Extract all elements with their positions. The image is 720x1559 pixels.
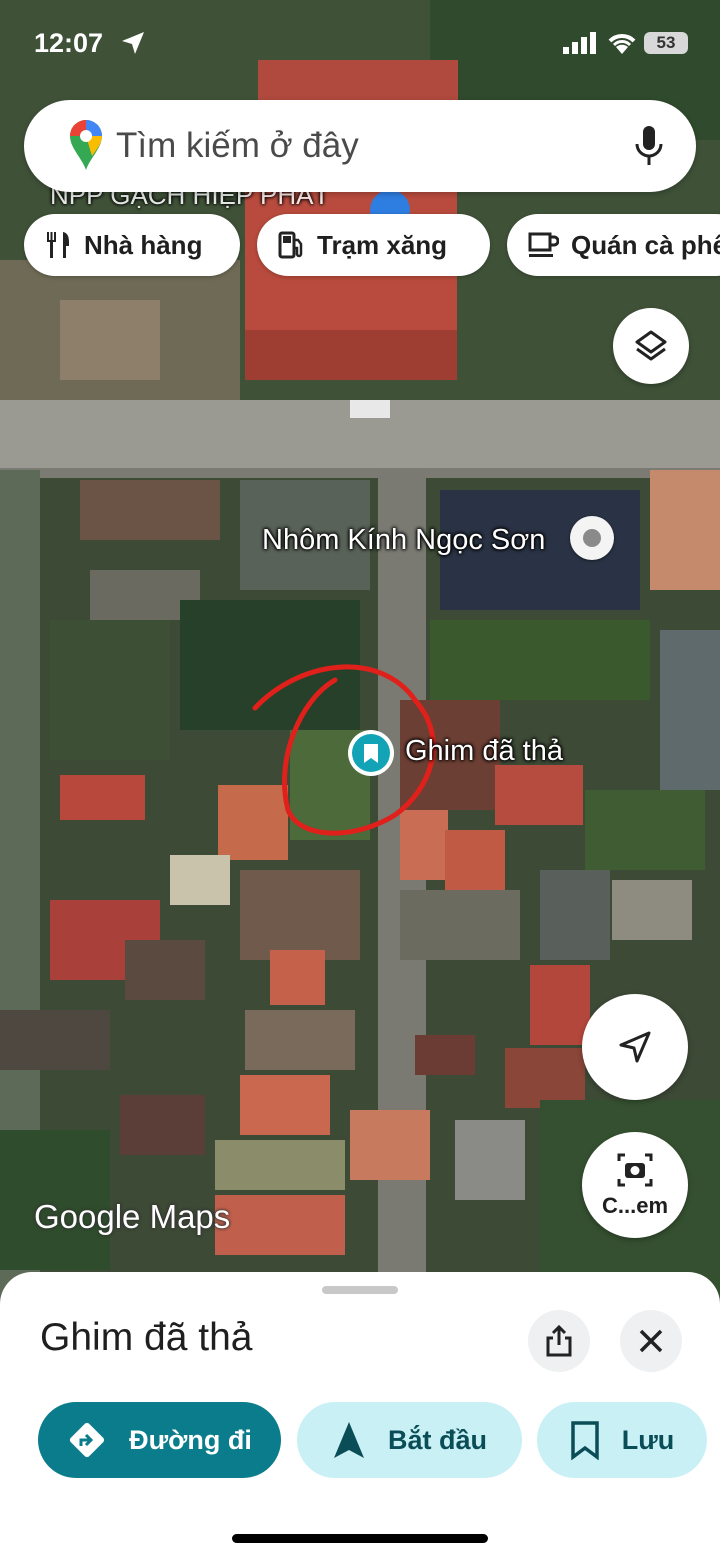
clock: 12:07	[34, 28, 104, 58]
navigation-arrow-icon	[619, 1031, 651, 1063]
start-label: Bắt đầu	[387, 1424, 487, 1455]
save-button[interactable]: Lưu	[537, 1402, 707, 1478]
home-indicator	[232, 1534, 488, 1543]
wifi-icon	[608, 34, 636, 54]
status-bar: 12:07 53	[0, 0, 720, 90]
search-bar[interactable]: Tìm kiếm ở đây	[24, 100, 696, 192]
battery-indicator: 53	[644, 32, 688, 54]
directions-icon	[67, 1420, 107, 1460]
category-chips: Nhà hàng Trạm xăng Quán cà phê	[0, 214, 720, 278]
drag-handle[interactable]	[322, 1286, 398, 1294]
share-icon	[546, 1324, 572, 1357]
directions-button[interactable]: Đường đi	[38, 1402, 281, 1478]
chip-gas-station[interactable]: Trạm xăng	[257, 214, 490, 276]
chip-label: Quán cà phê	[571, 229, 720, 260]
chip-label: Nhà hàng	[84, 229, 203, 260]
dropped-pin-label[interactable]: Ghim đã thả	[405, 735, 563, 768]
layers-button[interactable]	[613, 308, 689, 384]
dropped-pin-icon[interactable]	[348, 730, 394, 776]
bookmark-icon	[570, 1420, 600, 1460]
coffee-icon	[527, 230, 559, 260]
chip-coffee[interactable]: Quán cà phê	[507, 214, 720, 276]
signal-icon	[563, 32, 596, 54]
close-icon	[639, 1329, 663, 1353]
google-maps-pin-icon	[70, 120, 102, 170]
place-label[interactable]: Nhôm Kính Ngọc Sơn	[262, 524, 545, 557]
camera-icon	[617, 1153, 653, 1187]
navigation-start-icon	[332, 1420, 366, 1460]
share-button[interactable]	[528, 1310, 590, 1372]
search-placeholder[interactable]: Tìm kiếm ở đây	[116, 126, 359, 166]
sheet-title: Ghim đã thả	[40, 1316, 253, 1359]
bottom-sheet: Ghim đã thả Đường đi Bắt đầu Lưu	[0, 1272, 720, 1559]
save-label: Lưu	[621, 1424, 675, 1455]
chip-restaurant[interactable]: Nhà hàng	[24, 214, 240, 276]
satellite-map[interactable]: NPP GẠCH HIỆP PHÁT Nhôm Kính Ngọc Sơn Gh…	[0, 0, 720, 1300]
layers-icon	[635, 330, 667, 361]
my-location-button[interactable]	[582, 994, 688, 1100]
gas-station-icon	[277, 230, 305, 260]
chip-label: Trạm xăng	[317, 229, 448, 260]
lens-camera-button[interactable]: C...em	[582, 1132, 688, 1238]
microphone-icon[interactable]	[634, 124, 664, 168]
place-pin-icon[interactable]	[570, 516, 614, 560]
start-button[interactable]: Bắt đầu	[297, 1402, 522, 1478]
location-arrow-icon	[122, 32, 144, 54]
close-button[interactable]	[620, 1310, 682, 1372]
directions-label: Đường đi	[129, 1424, 252, 1455]
restaurant-icon	[44, 230, 72, 260]
google-maps-logo: Google Maps	[34, 1198, 231, 1235]
lens-label: C...em	[601, 1193, 669, 1218]
